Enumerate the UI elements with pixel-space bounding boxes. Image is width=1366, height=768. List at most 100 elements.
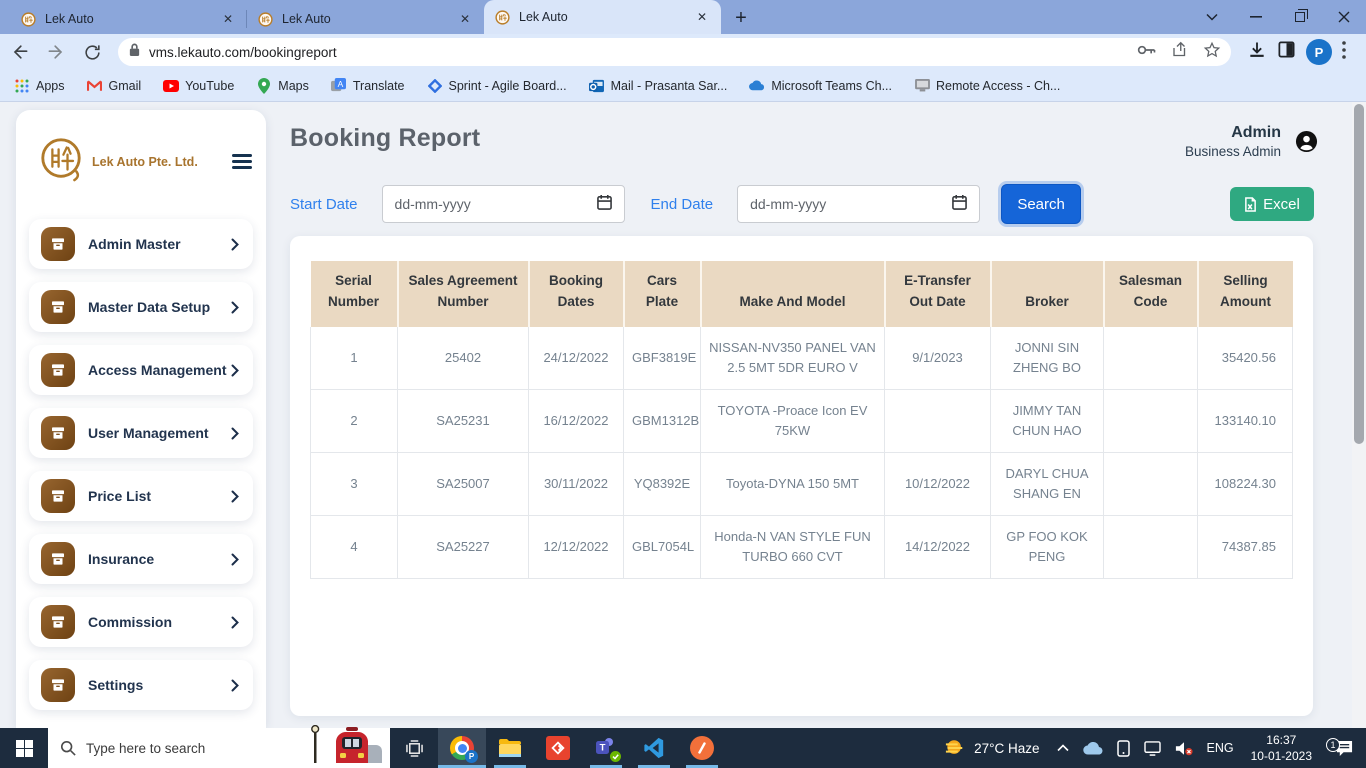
sidebar-item-commission[interactable]: Commission — [29, 597, 253, 647]
user-box[interactable]: Admin Business Admin — [1185, 124, 1318, 159]
url-text[interactable]: vms.lekauto.com/bookingreport — [149, 45, 1123, 60]
bookmark-remote-access[interactable]: Remote Access - Ch... — [914, 78, 1060, 94]
bookmark-teams-channel[interactable]: Microsoft Teams Ch... — [749, 78, 892, 94]
browser-tab-3-active[interactable]: Lek Auto ✕ — [484, 0, 721, 34]
profile-avatar[interactable]: P — [1306, 39, 1332, 65]
onedrive-icon[interactable] — [1083, 742, 1103, 755]
minimize-button[interactable] — [1234, 0, 1278, 34]
end-date-label: End Date — [651, 196, 714, 213]
sidebar-item-price-list[interactable]: Price List — [29, 471, 253, 521]
start-date-label: Start Date — [290, 196, 358, 213]
calendar-icon[interactable] — [952, 194, 967, 215]
sidebar-item-label: Settings — [88, 677, 231, 693]
cell-model: TOYOTA -Proace Icon EV 75KW — [701, 390, 885, 453]
browser-tab-1[interactable]: Lek Auto ✕ — [10, 4, 247, 34]
password-key-icon[interactable] — [1137, 43, 1157, 62]
table-header-row: Serial Number Sales Agreement Number Boo… — [311, 261, 1293, 327]
chevron-right-icon — [231, 238, 239, 251]
notification-count-badge: 1 — [1326, 738, 1340, 752]
bookmark-youtube[interactable]: YouTube — [163, 78, 234, 94]
taskbar-chrome-icon[interactable]: P — [438, 728, 486, 768]
tab-close-icon[interactable]: ✕ — [219, 10, 237, 28]
calendar-icon[interactable] — [597, 194, 612, 215]
sidebar-item-access-management[interactable]: Access Management — [29, 345, 253, 395]
brand-name: Lek Auto Pte. Ltd. — [92, 155, 232, 169]
bookmark-sprint-board[interactable]: Sprint - Agile Board... — [427, 78, 567, 94]
cell-etransfer — [885, 390, 991, 453]
task-view-button[interactable] — [390, 728, 438, 768]
browser-tab-2[interactable]: Lek Auto ✕ — [247, 4, 484, 34]
cell-amount: 133140.10 — [1198, 390, 1293, 453]
taskbar-search-box[interactable]: Type here to search — [48, 728, 390, 768]
new-tab-button[interactable]: + — [727, 4, 755, 32]
cell-broker: DARYL CHUA SHANG EN — [991, 453, 1104, 516]
outlook-icon — [589, 78, 605, 94]
close-button[interactable] — [1322, 0, 1366, 34]
taskbar-vscode-icon[interactable] — [630, 728, 678, 768]
cell-plate: GBM1312B — [624, 390, 701, 453]
window-menu-chevron-icon[interactable] — [1190, 0, 1234, 34]
tray-chevron-up-icon[interactable] — [1057, 744, 1069, 752]
bookmark-translate[interactable]: A Translate — [331, 78, 405, 94]
taskbar-file-explorer-icon[interactable] — [486, 728, 534, 768]
hamburger-menu-icon[interactable] — [232, 151, 252, 172]
cell-booking-date: 16/12/2022 — [529, 390, 624, 453]
user-profile-icon[interactable] — [1295, 130, 1318, 158]
table-row: 1 25402 24/12/2022 GBF3819E NISSAN-NV350… — [311, 327, 1293, 390]
start-date-input[interactable]: dd-mm-yyyy — [382, 185, 625, 223]
volume-muted-icon[interactable] — [1175, 741, 1193, 756]
bookmark-gmail[interactable]: Gmail — [87, 78, 142, 94]
page-scrollbar[interactable] — [1352, 102, 1366, 728]
taskbar-orange-app-icon[interactable] — [678, 728, 726, 768]
network-icon[interactable] — [1144, 741, 1161, 756]
sidebar-item-settings[interactable]: Settings — [29, 660, 253, 710]
search-button[interactable]: Search — [1001, 184, 1081, 224]
cell-agreement: SA25227 — [398, 516, 529, 579]
lock-icon — [128, 42, 141, 62]
bookmark-star-icon[interactable] — [1203, 41, 1221, 64]
page-title: Booking Report — [290, 124, 480, 159]
chrome-profile-badge: P — [465, 750, 478, 763]
taskbar-red-diamond-app-icon[interactable] — [534, 728, 582, 768]
sidebar-item-user-management[interactable]: User Management — [29, 408, 253, 458]
bookmark-apps[interactable]: Apps — [14, 78, 65, 94]
apps-grid-icon — [14, 78, 30, 94]
sidebar-item-insurance[interactable]: Insurance — [29, 534, 253, 584]
address-bar[interactable]: vms.lekauto.com/bookingreport — [118, 38, 1231, 66]
restore-button[interactable] — [1278, 0, 1322, 34]
tab-close-icon[interactable]: ✕ — [456, 10, 474, 28]
column-header: Broker — [991, 261, 1104, 327]
weather-widget[interactable]: 27°C Haze — [944, 738, 1039, 758]
bookmark-maps[interactable]: Maps — [256, 78, 309, 94]
taskbar-teams-icon[interactable]: T — [582, 728, 630, 768]
back-icon[interactable] — [4, 36, 36, 68]
phone-link-icon[interactable] — [1117, 740, 1130, 757]
bookmark-mail-outlook[interactable]: Mail - Prasanta Sar... — [589, 78, 728, 94]
share-icon[interactable] — [1171, 41, 1189, 63]
tab-close-icon[interactable]: ✕ — [693, 8, 711, 26]
end-date-input[interactable]: dd-mm-yyyy — [737, 185, 980, 223]
sidebar-item-label: Access Management — [88, 362, 231, 378]
action-center-button[interactable]: 1 — [1322, 740, 1366, 757]
column-header: Cars Plate — [624, 261, 701, 327]
excel-export-button[interactable]: Excel — [1230, 187, 1314, 221]
lekauto-logo — [38, 136, 84, 187]
sidebar-item-label: Admin Master — [88, 236, 231, 252]
cell-salesman — [1104, 327, 1198, 390]
scrollbar-thumb[interactable] — [1354, 104, 1364, 444]
cell-booking-date: 30/11/2022 — [529, 453, 624, 516]
sidebar-item-master-data-setup[interactable]: Master Data Setup — [29, 282, 253, 332]
language-indicator[interactable]: ENG — [1207, 741, 1234, 755]
start-button[interactable] — [0, 728, 48, 768]
forward-icon[interactable] — [40, 36, 72, 68]
download-icon[interactable] — [1247, 40, 1267, 65]
taskbar-clock[interactable]: 16:37 10-01-2023 — [1251, 732, 1312, 764]
sidebar-item-label: Master Data Setup — [88, 299, 231, 315]
weather-text: 27°C Haze — [974, 741, 1039, 756]
sidebar-menu: Admin Master Master Data Setup Access Ma… — [16, 207, 266, 710]
excel-button-label: Excel — [1263, 196, 1300, 213]
reload-icon[interactable] — [76, 36, 108, 68]
sidebar-item-admin-master[interactable]: Admin Master — [29, 219, 253, 269]
side-panel-icon[interactable] — [1277, 40, 1296, 64]
browser-menu-icon[interactable] — [1342, 41, 1346, 64]
